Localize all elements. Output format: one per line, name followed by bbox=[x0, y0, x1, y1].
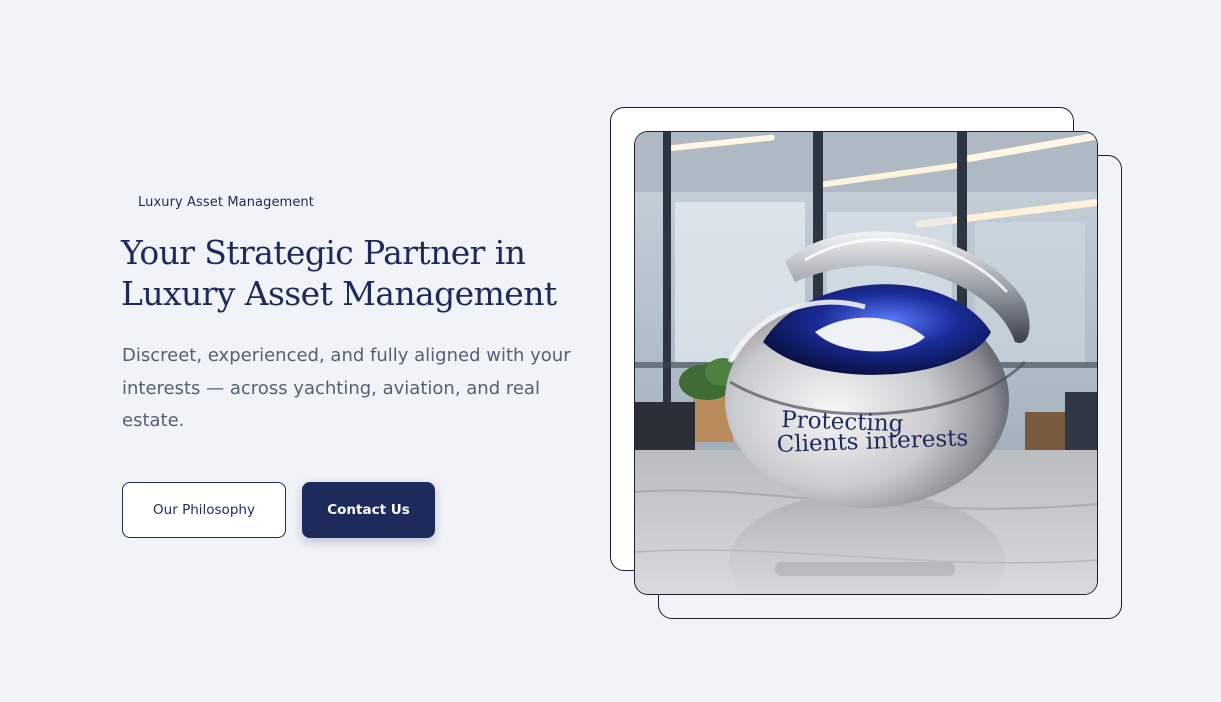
eyebrow-label: Luxury Asset Management bbox=[138, 195, 314, 210]
contact-us-button[interactable]: Contact Us bbox=[302, 482, 435, 538]
hero-section: Luxury Asset Management Your Strategic P… bbox=[0, 0, 1221, 702]
our-philosophy-button[interactable]: Our Philosophy bbox=[122, 482, 286, 538]
hero-subtext: Discreet, experienced, and fully aligned… bbox=[122, 345, 571, 431]
hero-image: Protecting Clients interests bbox=[634, 131, 1098, 595]
headline-line-1: Your Strategic Partner in bbox=[121, 233, 526, 272]
hero-headline: Your Strategic Partner in Luxury Asset M… bbox=[121, 232, 591, 314]
headline-line-2: Luxury Asset Management bbox=[121, 274, 557, 313]
